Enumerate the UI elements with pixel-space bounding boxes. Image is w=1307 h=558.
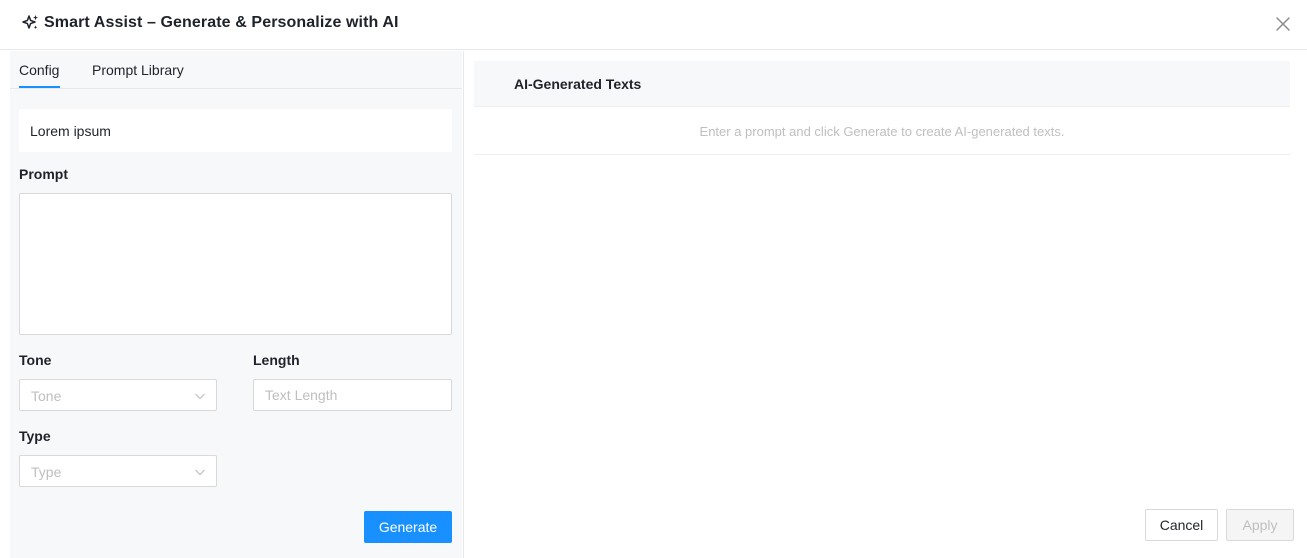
prompt-textarea[interactable] xyxy=(19,193,452,335)
config-panel: Config Prompt Library Lorem ipsum Prompt… xyxy=(10,51,462,558)
tab-prompt-library[interactable]: Prompt Library xyxy=(92,62,184,78)
cancel-button[interactable]: Cancel xyxy=(1145,509,1218,541)
close-icon[interactable] xyxy=(1274,15,1292,33)
name-display[interactable]: Lorem ipsum xyxy=(19,109,452,152)
results-title: AI-Generated Texts xyxy=(514,76,642,92)
tab-bar: Config Prompt Library xyxy=(10,51,462,89)
generate-button[interactable]: Generate xyxy=(364,511,452,543)
tone-label: Tone xyxy=(19,352,52,368)
sparkle-icon xyxy=(22,15,38,30)
chevron-down-icon xyxy=(195,393,205,400)
type-select[interactable]: Type xyxy=(19,455,217,487)
apply-button[interactable]: Apply xyxy=(1226,509,1294,541)
tone-placeholder: Tone xyxy=(31,388,62,404)
panel-divider xyxy=(463,51,464,558)
empty-message: Enter a prompt and click Generate to cre… xyxy=(699,124,1065,139)
type-placeholder: Type xyxy=(31,464,62,480)
dialog-header: Smart Assist – Generate & Personalize wi… xyxy=(0,0,1307,50)
prompt-label: Prompt xyxy=(19,166,68,182)
length-input[interactable] xyxy=(253,379,452,411)
active-tab-indicator xyxy=(19,86,60,88)
results-header: AI-Generated Texts xyxy=(474,61,1290,107)
length-label: Length xyxy=(253,352,300,368)
tab-config[interactable]: Config xyxy=(19,62,59,78)
chevron-down-icon xyxy=(195,469,205,476)
dialog-title: Smart Assist – Generate & Personalize wi… xyxy=(44,14,399,31)
tone-select[interactable]: Tone xyxy=(19,379,217,411)
name-value: Lorem ipsum xyxy=(30,123,111,139)
type-label: Type xyxy=(19,428,51,444)
results-empty-state: Enter a prompt and click Generate to cre… xyxy=(474,108,1290,155)
